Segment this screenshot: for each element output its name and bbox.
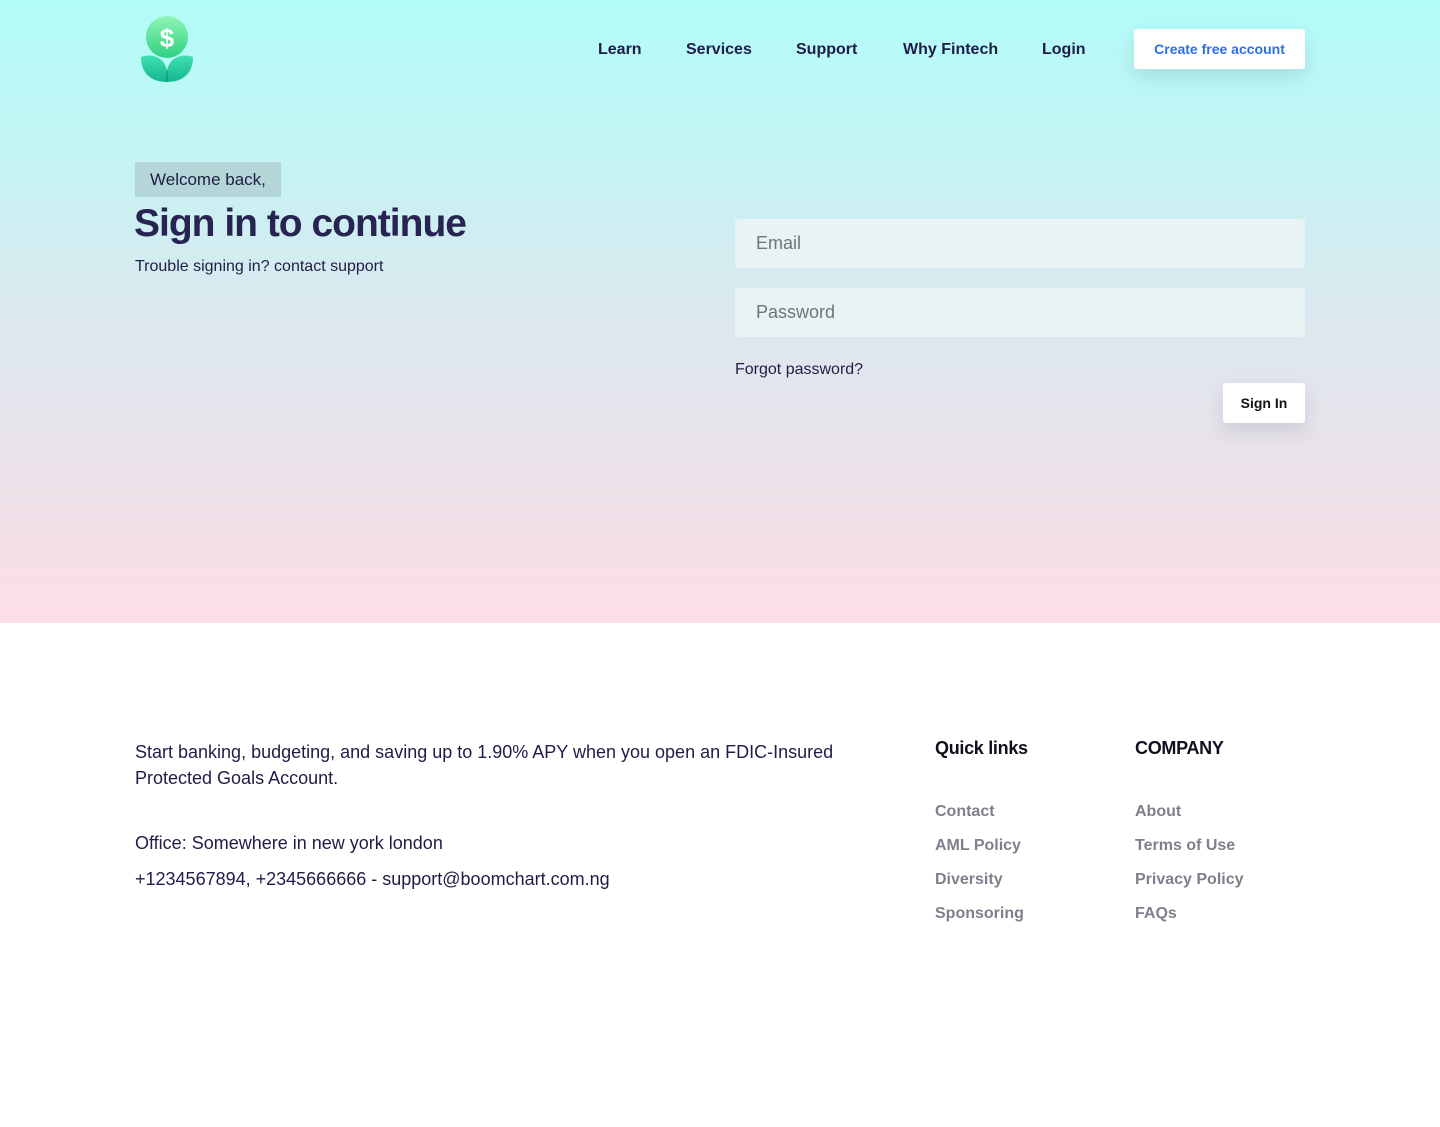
footer-office: Office: Somewhere in new york london <box>135 833 443 853</box>
nav-why-fintech[interactable]: Why Fintech <box>903 38 998 62</box>
nav-learn[interactable]: Learn <box>598 38 642 62</box>
support-hint: Trouble signing in? contact support <box>135 258 384 275</box>
password-field[interactable] <box>735 288 1305 337</box>
nav-login[interactable]: Login <box>1042 38 1086 62</box>
email-field[interactable] <box>735 219 1305 268</box>
sign-in-button[interactable]: Sign In <box>1223 383 1305 423</box>
quick-links-title: Quick links <box>935 738 1028 758</box>
footer-link-about[interactable]: About <box>1135 803 1181 821</box>
company-title: COMPANY <box>1135 738 1224 758</box>
svg-text:$: $ <box>160 23 175 53</box>
footer-link-diversity[interactable]: Diversity <box>935 871 1003 889</box>
footer-link-faqs[interactable]: FAQs <box>1135 905 1177 923</box>
footer-link-aml-policy[interactable]: AML Policy <box>935 837 1021 855</box>
welcome-badge: Welcome back, <box>135 162 281 197</box>
footer-blurb: Start banking, budgeting, and saving up … <box>135 742 834 788</box>
footer-link-contact[interactable]: Contact <box>935 803 995 821</box>
footer-contact: +1234567894, +2345666666 - support@boomc… <box>135 869 610 889</box>
nav-services[interactable]: Services <box>686 38 752 62</box>
forgot-password-link[interactable]: Forgot password? <box>735 361 863 379</box>
page-title: Sign in to continue <box>134 202 467 245</box>
nav-support[interactable]: Support <box>796 38 857 62</box>
create-account-button[interactable]: Create free account <box>1134 29 1305 69</box>
footer-link-privacy[interactable]: Privacy Policy <box>1135 871 1244 889</box>
dollar-sprout-icon[interactable]: $ <box>139 15 195 83</box>
footer-link-terms[interactable]: Terms of Use <box>1135 837 1235 855</box>
footer-link-sponsoring[interactable]: Sponsoring <box>935 905 1024 923</box>
